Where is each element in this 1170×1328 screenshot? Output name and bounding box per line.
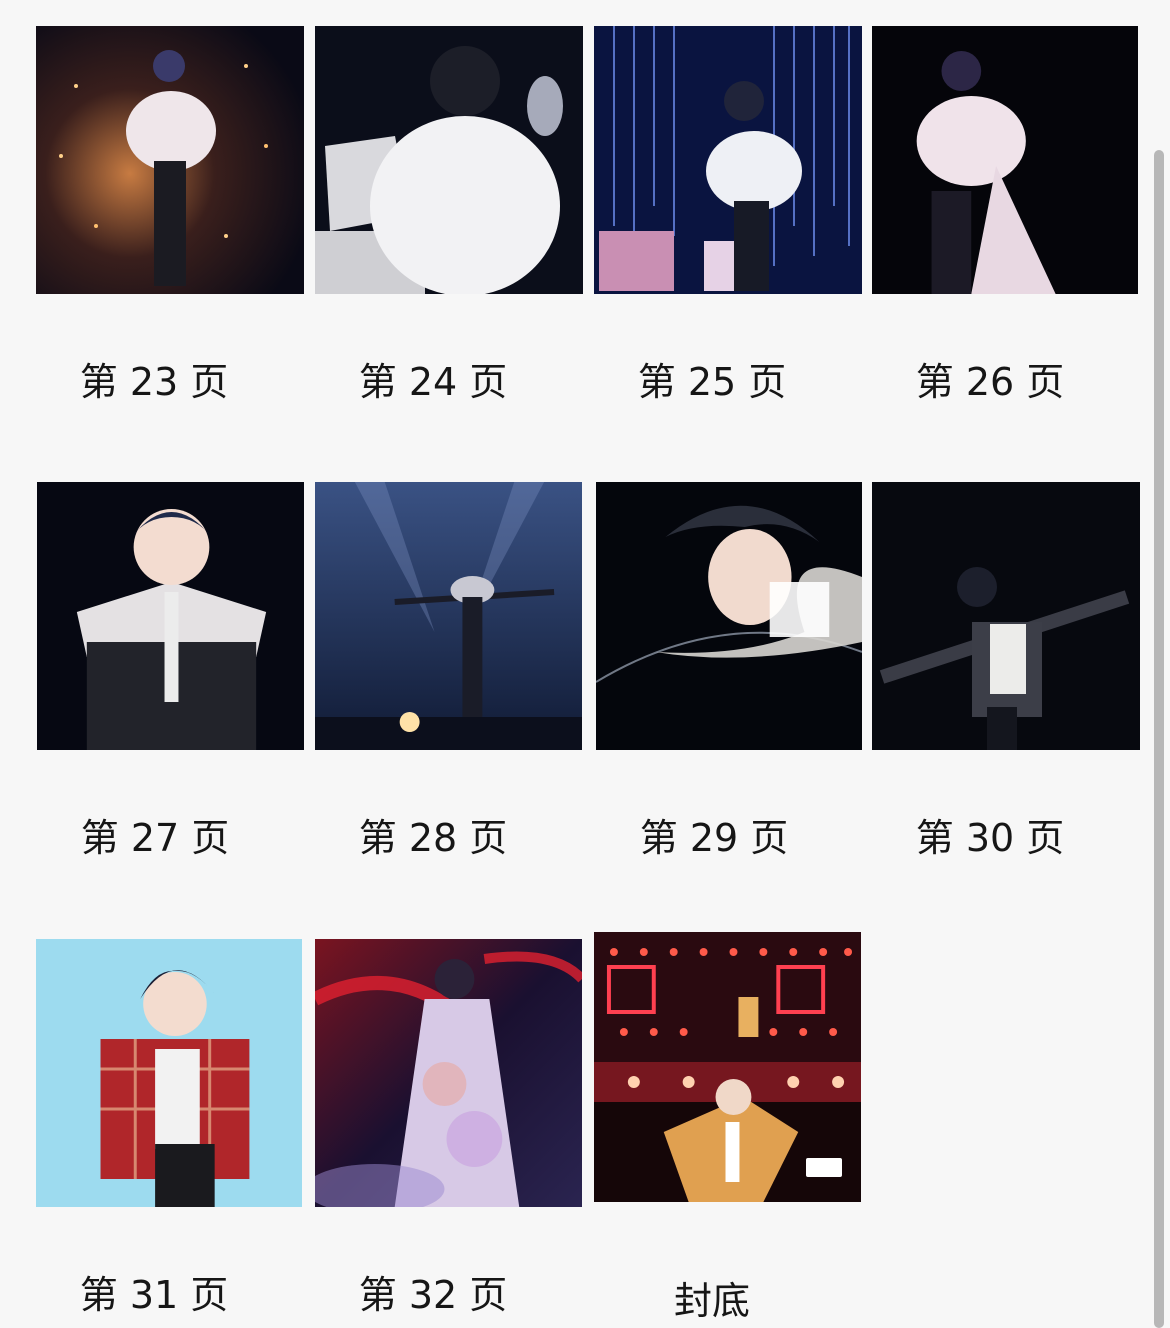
page-label: 第 30 页 (915, 816, 1065, 860)
page-label: 第 26 页 (915, 360, 1065, 404)
page-thumbnail-image[interactable] (36, 26, 304, 294)
page-label: 第 27 页 (80, 816, 230, 860)
page-thumbnail-image[interactable] (37, 482, 304, 750)
page-thumbnail-image[interactable] (36, 939, 302, 1207)
page-label: 第 23 页 (79, 360, 229, 404)
page-label: 第 25 页 (637, 360, 787, 404)
gallery-viewport[interactable]: 第 23 页 第 24 页 第 25 页 第 26 页 第 27 页 第 28 … (0, 0, 1170, 1328)
page-item-back-cover[interactable]: 封底 (594, 932, 862, 1328)
page-thumbnail-image[interactable] (596, 482, 862, 750)
page-thumbnail-image[interactable] (315, 939, 582, 1207)
page-label: 第 28 页 (358, 816, 508, 860)
page-item-31[interactable]: 第 31 页 (36, 939, 304, 1328)
page-thumbnail-image[interactable] (872, 482, 1140, 750)
page-label: 第 32 页 (358, 1273, 508, 1317)
page-item-26[interactable]: 第 26 页 (872, 26, 1140, 466)
page-thumbnail-image[interactable] (872, 26, 1138, 294)
page-label: 第 29 页 (639, 816, 789, 860)
page-label: 第 31 页 (79, 1273, 229, 1317)
page-item-25[interactable]: 第 25 页 (594, 26, 862, 466)
page-item-32[interactable]: 第 32 页 (315, 939, 583, 1328)
corner-badge (806, 1158, 842, 1177)
page-thumbnail-image[interactable] (315, 482, 582, 750)
page-thumbnail-image[interactable] (594, 26, 862, 294)
page-item-28[interactable]: 第 28 页 (315, 482, 583, 922)
page-item-29[interactable]: 第 29 页 (596, 482, 864, 922)
vertical-scrollbar[interactable] (1154, 150, 1164, 1328)
page-label: 第 24 页 (358, 360, 508, 404)
page-item-23[interactable]: 第 23 页 (36, 26, 304, 466)
page-label: 封底 (673, 1279, 750, 1323)
page-item-27[interactable]: 第 27 页 (37, 482, 305, 922)
scrollbar-thumb[interactable] (1154, 150, 1164, 1328)
page-thumbnail-image[interactable] (594, 932, 861, 1202)
page-item-30[interactable]: 第 30 页 (872, 482, 1140, 922)
page-thumbnail-image[interactable] (315, 26, 583, 294)
page-item-24[interactable]: 第 24 页 (315, 26, 583, 466)
